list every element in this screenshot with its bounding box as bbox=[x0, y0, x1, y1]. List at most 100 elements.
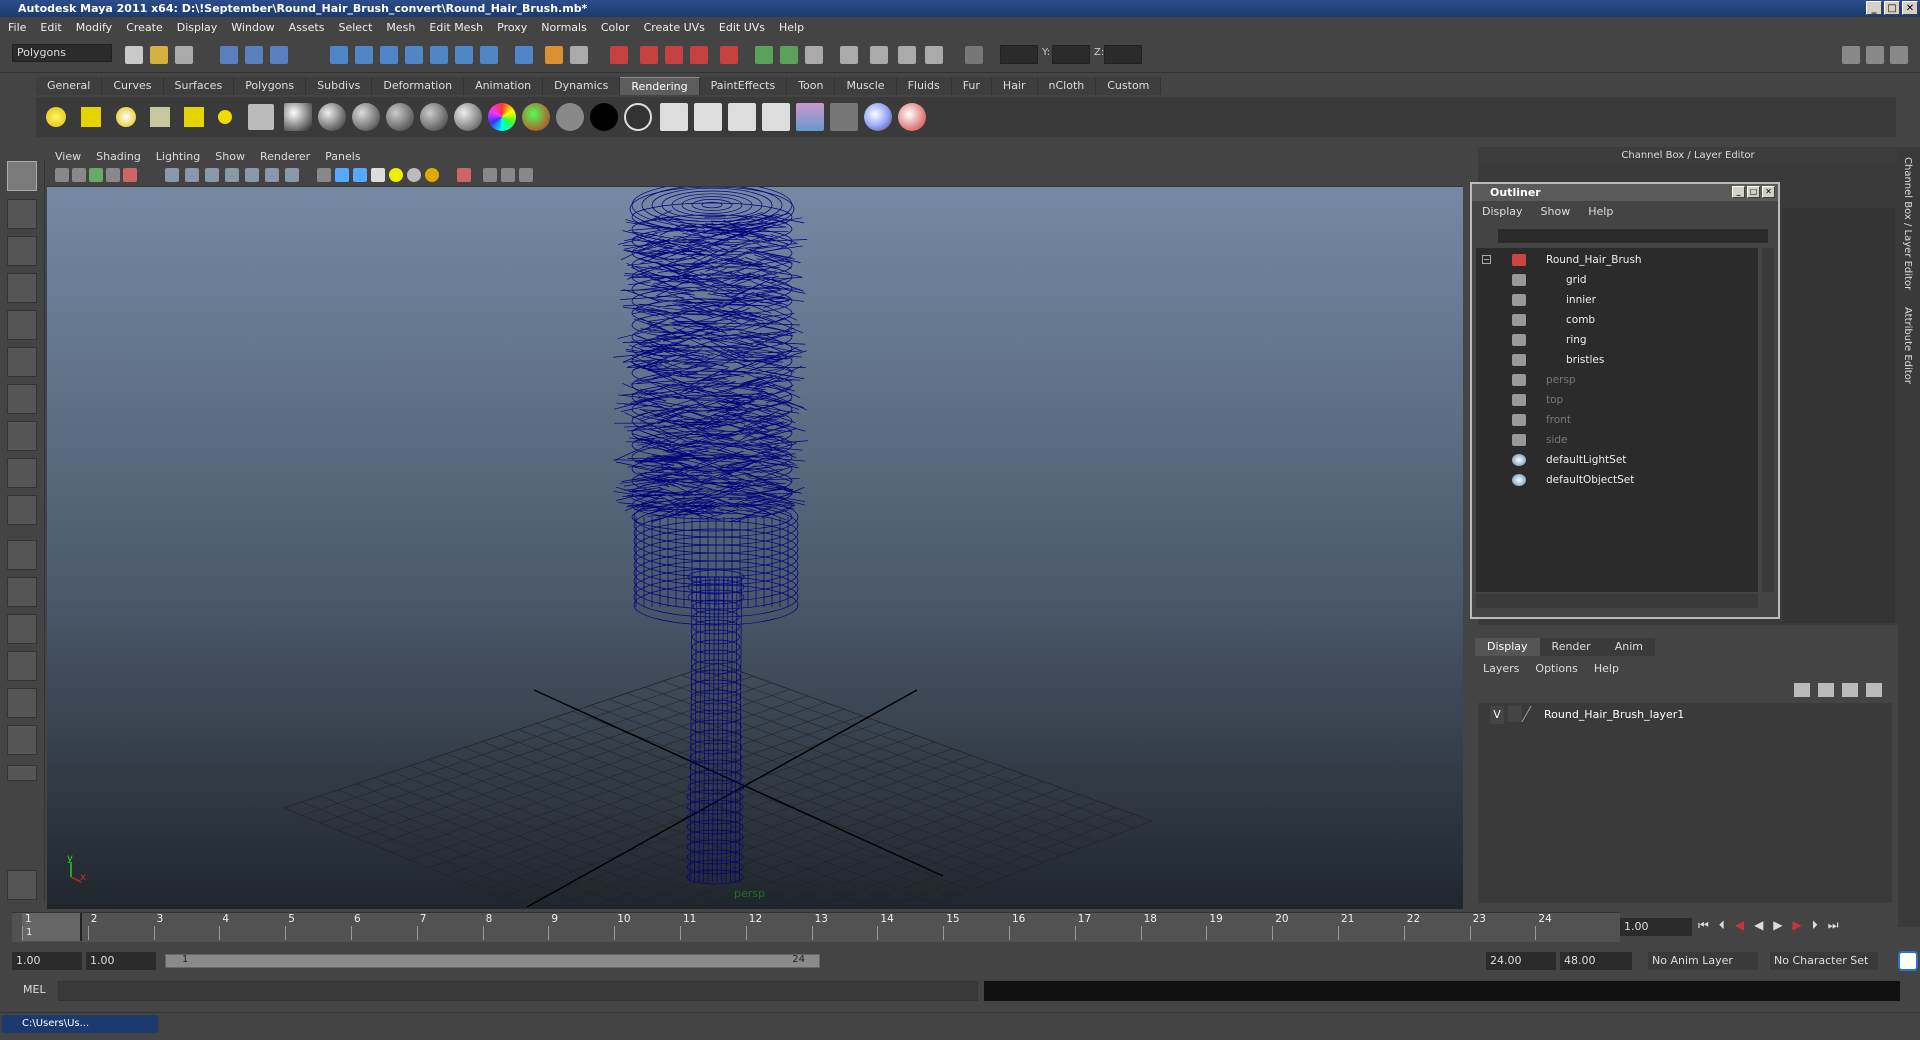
select-object-icon[interactable] bbox=[245, 46, 263, 64]
layer-menu-help[interactable]: Help bbox=[1594, 662, 1619, 675]
shelf-tab-ncloth[interactable]: nCloth bbox=[1037, 77, 1097, 95]
four-view-layout-icon[interactable] bbox=[7, 577, 37, 607]
time-slider[interactable]: 1 1 2 3 4 5 6 7 8 9 10 11 12 13 14 15 16 17 18 19 20 21 22 23 24 bbox=[12, 912, 1620, 942]
minimized-window[interactable]: C:\Users\Us... bbox=[2, 1015, 158, 1033]
outliner-close-button[interactable]: ✕ bbox=[1762, 186, 1775, 198]
shelf-tab-surfaces[interactable]: Surfaces bbox=[163, 77, 235, 95]
snap-grid-icon[interactable] bbox=[330, 46, 348, 64]
outliner-item[interactable]: side bbox=[1476, 430, 1758, 450]
outliner-item[interactable]: − Round_Hair_Brush bbox=[1476, 250, 1758, 270]
menu-create[interactable]: Create bbox=[126, 21, 163, 34]
shelf-tab-animation[interactable]: Animation bbox=[464, 77, 544, 95]
playback-end-field[interactable]: 24.00 bbox=[1486, 952, 1556, 970]
grid-toggle-icon[interactable] bbox=[165, 168, 179, 182]
directional-light-icon[interactable] bbox=[81, 107, 101, 127]
lasso-tool-icon[interactable] bbox=[7, 199, 37, 229]
maximize-button[interactable]: □ bbox=[1884, 1, 1900, 15]
outliner-item[interactable]: defaultObjectSet bbox=[1476, 470, 1758, 490]
batch-render-icon[interactable] bbox=[728, 103, 756, 131]
outliner-menu-show[interactable]: Show bbox=[1541, 205, 1571, 218]
outliner-menu-help[interactable]: Help bbox=[1588, 205, 1613, 218]
hypershade-persp-layout-icon[interactable] bbox=[7, 688, 37, 718]
menu-edit-mesh[interactable]: Edit Mesh bbox=[429, 21, 483, 34]
layered-shader-icon[interactable] bbox=[454, 103, 482, 131]
menu-color[interactable]: Color bbox=[601, 21, 630, 34]
rotate-tool-icon[interactable] bbox=[7, 310, 37, 340]
play-forward-icon[interactable]: ▶ bbox=[1773, 918, 1782, 936]
new-layer-selected-icon[interactable] bbox=[1818, 683, 1834, 697]
selection-mask-icon[interactable] bbox=[570, 46, 588, 64]
outliner-item[interactable]: front bbox=[1476, 410, 1758, 430]
shelf-tab-toon[interactable]: Toon bbox=[787, 77, 836, 95]
layer-type-toggle[interactable] bbox=[1508, 706, 1522, 722]
help-query-icon[interactable] bbox=[515, 46, 533, 64]
playback-start-field[interactable]: 1.00 bbox=[86, 952, 156, 970]
render-current-frame-icon[interactable] bbox=[610, 46, 628, 64]
paint-shader-icon[interactable] bbox=[898, 103, 926, 131]
last-tool-icon[interactable] bbox=[7, 495, 37, 525]
more-layouts-icon[interactable] bbox=[7, 765, 37, 781]
input-line-mode-icon[interactable] bbox=[965, 46, 983, 64]
ramp-shader-icon[interactable] bbox=[488, 103, 516, 131]
phonge-material-icon[interactable] bbox=[386, 103, 414, 131]
paint-select-tool-icon[interactable] bbox=[7, 236, 37, 266]
select-hierarchy-icon[interactable] bbox=[220, 46, 238, 64]
menu-normals[interactable]: Normals bbox=[541, 21, 587, 34]
make-live-icon[interactable] bbox=[430, 46, 448, 64]
persp-outliner-layout-icon[interactable] bbox=[7, 614, 37, 644]
use-all-lights-icon[interactable] bbox=[389, 168, 403, 182]
outliner-item[interactable]: grid bbox=[1476, 270, 1758, 290]
select-component-icon[interactable] bbox=[270, 46, 288, 64]
xray-icon[interactable] bbox=[457, 168, 471, 182]
high-quality-icon[interactable] bbox=[425, 168, 439, 182]
xray-components-icon[interactable] bbox=[519, 168, 533, 182]
outliner-item[interactable]: bristles bbox=[1476, 350, 1758, 370]
outliner-item[interactable]: defaultLightSet bbox=[1476, 450, 1758, 470]
scale-tool-icon[interactable] bbox=[7, 347, 37, 377]
ocean-shader-icon[interactable] bbox=[624, 103, 652, 131]
shelf-tab-hair[interactable]: Hair bbox=[991, 77, 1038, 95]
spot-light-icon[interactable] bbox=[150, 107, 170, 127]
isolate-select-icon[interactable] bbox=[483, 168, 497, 182]
shelf-tab-rendering[interactable]: Rendering bbox=[620, 77, 700, 95]
hypershade-icon[interactable] bbox=[690, 46, 708, 64]
anim-layer-dropdown[interactable]: No Anim Layer bbox=[1648, 952, 1758, 970]
side-tab-attribute-editor[interactable]: Attribute Editor bbox=[1902, 307, 1913, 384]
universal-manipulator-icon[interactable] bbox=[7, 384, 37, 414]
blinn-material-icon[interactable] bbox=[284, 103, 312, 131]
menu-file[interactable]: File bbox=[8, 21, 26, 34]
menu-window[interactable]: Window bbox=[231, 21, 274, 34]
menu-proxy[interactable]: Proxy bbox=[497, 21, 527, 34]
area-light-icon[interactable] bbox=[184, 107, 204, 127]
step-forward-key-icon[interactable]: ▶ bbox=[1793, 918, 1802, 936]
move-layer-up-icon[interactable] bbox=[1842, 683, 1858, 697]
y-coord-field[interactable] bbox=[1052, 45, 1090, 64]
hypershade-window-icon[interactable] bbox=[796, 103, 824, 131]
render-view-icon[interactable] bbox=[720, 46, 738, 64]
channel-box-toggle-icon[interactable] bbox=[805, 46, 823, 64]
surface-shader-icon[interactable] bbox=[556, 103, 584, 131]
viewport-menu-panels[interactable]: Panels bbox=[325, 150, 360, 163]
outliner-item[interactable]: innier bbox=[1476, 290, 1758, 310]
show-channel-box-icon[interactable] bbox=[1842, 46, 1860, 64]
menu-modify[interactable]: Modify bbox=[76, 21, 112, 34]
command-language-label[interactable]: MEL bbox=[23, 983, 46, 996]
x-coord-field[interactable] bbox=[1000, 45, 1038, 64]
character-set-dropdown[interactable]: No Character Set bbox=[1770, 952, 1878, 970]
render-icon[interactable] bbox=[660, 103, 688, 131]
menu-create-uvs[interactable]: Create UVs bbox=[644, 21, 705, 34]
point-light-icon[interactable] bbox=[116, 107, 136, 127]
step-back-frame-icon[interactable]: ⏴ bbox=[1719, 918, 1725, 936]
outliner-filter-field[interactable] bbox=[1498, 229, 1768, 243]
material-sphere-icon[interactable] bbox=[864, 103, 892, 131]
menu-set-dropdown[interactable]: Polygons bbox=[12, 44, 112, 62]
snap-view-plane-icon[interactable] bbox=[405, 46, 423, 64]
outliner-maximize-button[interactable]: □ bbox=[1747, 186, 1760, 198]
move-tool-icon[interactable] bbox=[7, 273, 37, 303]
viewport-menu-lighting[interactable]: Lighting bbox=[156, 150, 200, 163]
anisotropic-material-icon[interactable] bbox=[420, 103, 448, 131]
soft-modification-icon[interactable] bbox=[7, 421, 37, 451]
shelf-tab-deformation[interactable]: Deformation bbox=[372, 77, 465, 95]
command-input[interactable] bbox=[58, 981, 978, 1001]
shelf-tab-custom[interactable]: Custom bbox=[1096, 77, 1162, 95]
